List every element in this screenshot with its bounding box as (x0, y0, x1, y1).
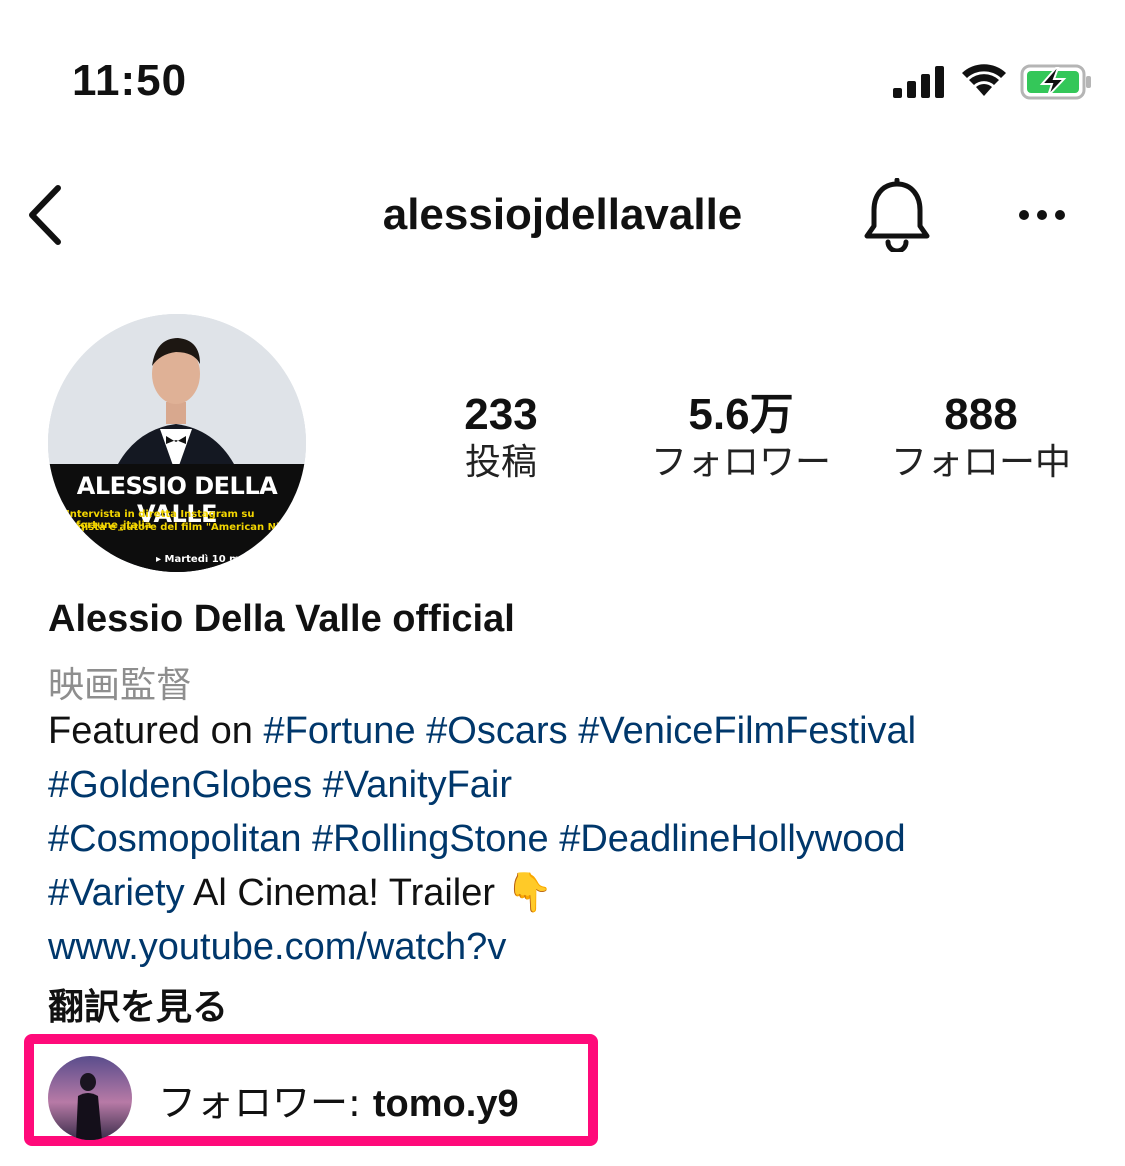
profile-avatar[interactable]: ALESSIO DELLA VALLE Intervista in dirett… (48, 314, 306, 572)
bio-text: Featured on (48, 710, 264, 752)
stat-label: 投稿 (464, 442, 537, 483)
stat-posts[interactable]: 233 投稿 (381, 390, 621, 486)
cellular-signal-icon (893, 66, 944, 98)
profile-category: 映画監督 (48, 665, 193, 706)
hashtag-link[interactable]: #DeadlineHollywood (559, 818, 905, 860)
battery-charging-icon (1020, 64, 1091, 100)
avatar-caption-line: regista e autore del film "American Nigh… (66, 522, 304, 533)
follower-avatar-photo (48, 1056, 132, 1140)
profile-username-title: alessiojdellavalle (382, 190, 743, 239)
avatar-photo (48, 314, 306, 572)
bio-line: www.youtube.com/watch?v (48, 920, 506, 974)
hashtag-link[interactable]: #VeniceFilmFestival (578, 710, 916, 752)
pointing-down-emoji-icon: 👇 (505, 872, 553, 914)
hashtag-link[interactable]: #Oscars (426, 710, 567, 752)
wifi-icon (962, 64, 1006, 96)
followed-by-link[interactable]: フォロワー: tomo.y9 (158, 1072, 519, 1127)
followed-by-username: tomo.y9 (372, 1083, 519, 1125)
stat-label: フォロー中 (890, 442, 1071, 483)
stat-value: 888 (944, 390, 1018, 439)
bio-line: #Variety Al Cinema! Trailer 👇 (48, 866, 553, 920)
stat-following[interactable]: 888 フォロー中 (861, 390, 1101, 486)
stat-value: 5.6万 (688, 390, 794, 439)
hashtag-link[interactable]: #VanityFair (323, 764, 512, 806)
hashtag-link[interactable]: #GoldenGlobes (48, 764, 312, 806)
stat-value: 233 (464, 390, 538, 439)
hashtag-link[interactable]: #Variety (48, 872, 185, 914)
stat-followers[interactable]: 5.6万 フォロワー (621, 390, 861, 486)
more-options-icon[interactable] (1014, 200, 1074, 230)
bio-text: Al Cinema! Trailer (184, 872, 506, 914)
followed-by-prefix: フォロワー: (158, 1081, 373, 1125)
bio-line: #Cosmopolitan #RollingStone #DeadlineHol… (48, 812, 906, 866)
status-time: 11:50 (72, 56, 188, 105)
profile-full-name: Alessio Della Valle official (48, 598, 515, 640)
hashtag-link[interactable]: #Fortune (263, 710, 415, 752)
hashtag-link[interactable]: #RollingStone (312, 818, 549, 860)
hashtag-link[interactable]: #Cosmopolitan (48, 818, 301, 860)
avatar-caption-date: ▸ Martedì 10 ma (156, 554, 247, 565)
follower-avatar[interactable] (48, 1056, 132, 1140)
see-translation-button[interactable]: 翻訳を見る (48, 978, 228, 1030)
bio-line: #GoldenGlobes #VanityFair (48, 758, 512, 812)
notification-bell-icon[interactable] (862, 178, 932, 252)
bio-line: Featured on #Fortune #Oscars #VeniceFilm… (48, 704, 916, 758)
bio-website-link[interactable]: www.youtube.com/watch?v (48, 926, 506, 968)
stat-label: フォロワー (650, 442, 831, 483)
